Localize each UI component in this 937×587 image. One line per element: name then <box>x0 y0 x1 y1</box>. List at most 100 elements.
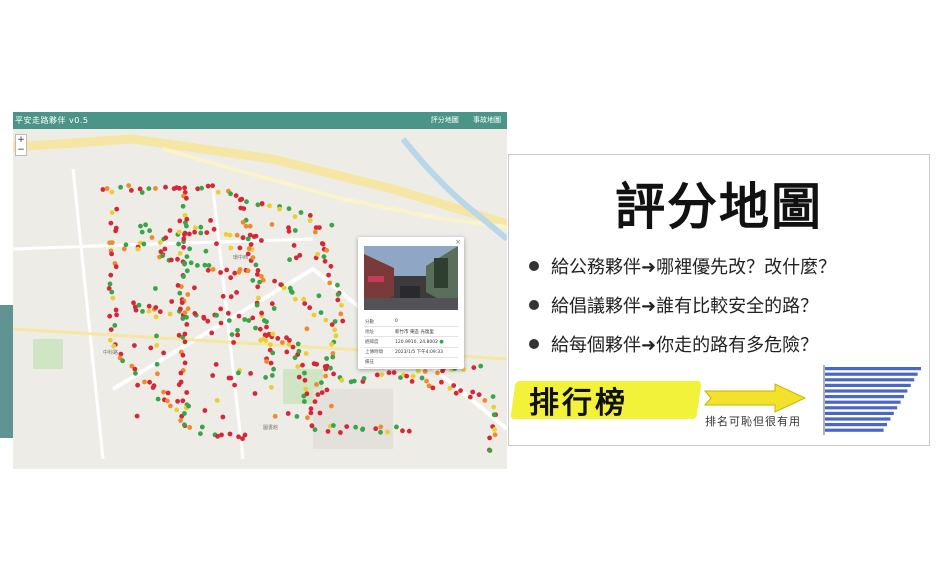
score-dot[interactable] <box>374 372 380 378</box>
score-dot[interactable] <box>439 379 444 385</box>
score-dot[interactable] <box>210 267 216 272</box>
score-dot[interactable] <box>333 333 339 339</box>
score-dot[interactable] <box>263 375 268 380</box>
score-dot[interactable] <box>109 251 114 257</box>
score-dot[interactable] <box>290 344 296 350</box>
score-dot[interactable] <box>332 327 338 333</box>
score-dot[interactable] <box>394 424 399 430</box>
score-dot[interactable] <box>487 435 492 441</box>
score-dot[interactable] <box>213 362 219 367</box>
score-dot[interactable] <box>330 354 336 360</box>
score-dot[interactable] <box>180 398 186 404</box>
score-dot[interactable] <box>153 286 158 291</box>
score-dot[interactable] <box>400 428 405 434</box>
score-dot[interactable] <box>331 371 336 377</box>
score-dot[interactable] <box>242 432 248 438</box>
score-dot[interactable] <box>229 332 235 337</box>
score-dot[interactable] <box>284 335 289 341</box>
score-dot[interactable] <box>135 246 141 252</box>
score-dot[interactable] <box>142 379 147 385</box>
score-dot[interactable] <box>186 403 192 409</box>
score-dot[interactable] <box>113 264 119 270</box>
nav-rating-map[interactable]: 評分地圖 <box>431 116 459 124</box>
score-dot[interactable] <box>168 403 173 409</box>
score-dot[interactable] <box>178 370 184 376</box>
score-dot[interactable] <box>470 389 476 395</box>
score-dot[interactable] <box>184 254 190 259</box>
score-dot[interactable] <box>184 216 190 222</box>
score-dot[interactable] <box>218 320 224 326</box>
score-dot[interactable] <box>234 232 240 238</box>
score-dot[interactable] <box>153 314 159 320</box>
score-dot[interactable] <box>361 376 367 381</box>
score-dot[interactable] <box>136 302 142 308</box>
score-dot[interactable] <box>228 294 234 300</box>
score-dot[interactable] <box>163 235 169 241</box>
score-dot[interactable] <box>319 390 325 395</box>
score-dot[interactable] <box>404 373 410 379</box>
score-dot[interactable] <box>293 296 298 302</box>
score-dot[interactable] <box>129 188 134 193</box>
score-dot[interactable] <box>219 432 224 438</box>
score-dot[interactable] <box>272 413 278 419</box>
score-dot[interactable] <box>132 343 137 348</box>
score-dot[interactable] <box>243 223 249 229</box>
score-dot[interactable] <box>286 225 291 231</box>
score-dot[interactable] <box>269 301 275 307</box>
score-dot[interactable] <box>239 196 245 202</box>
score-dot[interactable] <box>296 374 302 380</box>
score-dot[interactable] <box>490 394 496 399</box>
score-dot[interactable] <box>141 241 147 247</box>
score-dot[interactable] <box>224 267 230 273</box>
score-dot[interactable] <box>250 315 256 321</box>
score-dot[interactable] <box>324 247 330 253</box>
score-dot[interactable] <box>120 358 125 364</box>
score-dot[interactable] <box>316 293 322 299</box>
score-dot[interactable] <box>325 429 331 434</box>
score-dot[interactable] <box>178 306 183 312</box>
score-dot[interactable] <box>108 220 114 226</box>
score-dot[interactable] <box>181 236 187 242</box>
score-dot[interactable] <box>192 285 197 291</box>
score-dot[interactable] <box>177 218 183 224</box>
score-dot[interactable] <box>298 210 304 215</box>
score-dot[interactable] <box>307 213 313 218</box>
score-dot[interactable] <box>209 330 215 336</box>
score-dot[interactable] <box>300 362 305 368</box>
score-dot[interactable] <box>182 331 188 337</box>
score-dot[interactable] <box>175 256 180 262</box>
score-dot[interactable] <box>259 201 265 206</box>
score-dot[interactable] <box>295 364 301 369</box>
score-dot[interactable] <box>108 327 114 332</box>
score-dot[interactable] <box>198 431 203 437</box>
score-dot[interactable] <box>175 283 181 288</box>
score-dot[interactable] <box>329 403 334 409</box>
score-dot[interactable] <box>165 398 170 404</box>
score-dot[interactable] <box>177 186 182 191</box>
score-dot[interactable] <box>150 385 156 390</box>
score-dot[interactable] <box>235 327 240 333</box>
score-dot[interactable] <box>255 284 261 290</box>
score-dot[interactable] <box>275 336 281 341</box>
score-dot[interactable] <box>214 241 219 247</box>
score-dot[interactable] <box>301 296 307 302</box>
score-dot[interactable] <box>184 390 190 395</box>
score-dot[interactable] <box>236 370 241 376</box>
score-dot[interactable] <box>321 254 327 260</box>
score-dot[interactable] <box>109 189 115 195</box>
score-dot[interactable] <box>255 268 261 273</box>
score-dot[interactable] <box>259 238 264 243</box>
score-dot[interactable] <box>202 408 208 413</box>
score-dot[interactable] <box>174 407 180 413</box>
score-dot[interactable] <box>225 310 231 316</box>
score-dot[interactable] <box>154 343 160 348</box>
score-dot[interactable] <box>435 370 440 376</box>
score-dot[interactable] <box>232 382 238 388</box>
score-dot[interactable] <box>202 262 208 268</box>
score-dot[interactable] <box>386 370 392 376</box>
score-dot[interactable] <box>329 341 335 347</box>
score-dot[interactable] <box>314 361 320 367</box>
score-dot[interactable] <box>231 340 237 345</box>
score-dot[interactable] <box>268 360 274 366</box>
score-dot[interactable] <box>139 190 145 195</box>
